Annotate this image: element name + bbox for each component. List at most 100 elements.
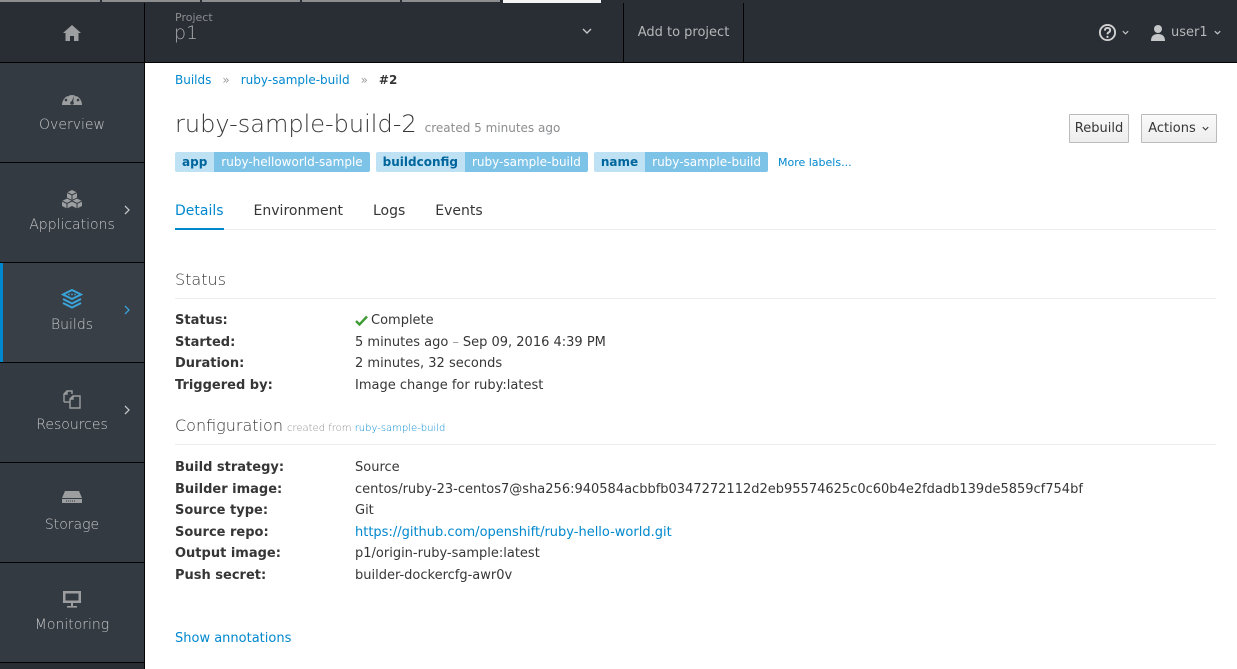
sidebar-item-applications[interactable]: Applications — [0, 163, 144, 263]
breadcrumb-buildconfig-link[interactable]: ruby-sample-build — [241, 73, 350, 87]
started-absolute: Sep 09, 2016 4:39 PM — [462, 334, 606, 350]
builder-image-row: Builder image: centos/ruby-23-centos7@sh… — [175, 479, 1083, 501]
chevron-down-icon — [1122, 30, 1129, 35]
sidebar-item-label: Applications — [29, 217, 115, 233]
breadcrumb: Builds » ruby-sample-build » #2 — [175, 73, 397, 87]
field-label: Source repo: — [175, 524, 269, 540]
label-value[interactable]: ruby-helloworld-sample — [214, 152, 370, 172]
chevron-right-icon — [124, 205, 130, 215]
field-label: Push secret: — [175, 567, 267, 583]
label-badge[interactable]: app ruby-helloworld-sample — [175, 152, 370, 172]
chevron-right-icon — [124, 305, 130, 315]
rebuild-button[interactable]: Rebuild — [1069, 114, 1129, 143]
source-repo-link[interactable]: https://github.com/openshift/ruby-hello-… — [355, 525, 672, 540]
sidebar-item-label: Overview — [39, 117, 105, 133]
label-key[interactable]: buildconfig — [375, 152, 465, 172]
browser-tab[interactable] — [202, 0, 300, 2]
home-button[interactable] — [0, 3, 145, 62]
status-details: Status: Complete Started: 5 minutes ago … — [175, 310, 606, 396]
build-strategy-value: Source — [355, 460, 400, 476]
page-header: ruby-sample-build-2 created 5 minutes ag… — [175, 110, 560, 138]
sidebar-item-monitoring[interactable]: Monitoring — [0, 563, 144, 663]
user-menu[interactable]: user1 — [1150, 21, 1222, 43]
section-heading: Status — [175, 270, 226, 289]
sidebar-item-overview[interactable]: Overview — [0, 63, 144, 163]
chevron-down-icon — [1214, 30, 1221, 35]
chevron-down-icon — [1202, 126, 1209, 131]
triggered-row: Triggered by: Image change for ruby:late… — [175, 375, 606, 397]
field-label: Triggered by: — [175, 377, 273, 393]
created-from: created from ruby-sample-build — [287, 423, 445, 434]
user-icon — [1151, 24, 1165, 41]
browser-tab[interactable] — [0, 0, 100, 2]
output-image-value: p1/origin-ruby-sample:latest — [355, 546, 540, 562]
page-title: ruby-sample-build-2 — [175, 110, 417, 138]
labels-list: app ruby-helloworld-sample buildconfig r… — [175, 152, 852, 172]
browser-tab[interactable] — [102, 0, 200, 2]
started-row: Started: 5 minutes ago – Sep 09, 2016 4:… — [175, 332, 606, 354]
configuration-section-title: Configuration created from ruby-sample-bu… — [175, 416, 445, 435]
help-menu[interactable] — [1098, 21, 1130, 43]
more-labels-link[interactable]: More labels... — [778, 156, 852, 169]
status-section-title: Status — [175, 270, 226, 289]
status-value: Complete — [355, 313, 434, 328]
tab-environment[interactable]: Environment — [254, 193, 343, 230]
sidebar-item-label: Storage — [44, 517, 100, 533]
field-label: Status: — [175, 313, 228, 329]
sidebar-item-label: Monitoring — [34, 617, 110, 633]
label-badge[interactable]: buildconfig ruby-sample-build — [375, 152, 588, 172]
tab-bar: Details Environment Logs Events — [175, 193, 1216, 230]
source-type-value: Git — [355, 503, 374, 519]
label-value[interactable]: ruby-sample-build — [645, 152, 768, 172]
sidebar-item-storage[interactable]: Storage — [0, 463, 144, 563]
username: user1 — [1171, 24, 1208, 40]
triggered-value: Image change for ruby:latest — [355, 377, 544, 393]
storage-icon — [62, 491, 82, 503]
label-key[interactable]: name — [593, 152, 646, 172]
started-value: 5 minutes ago – Sep 09, 2016 4:39 PM — [355, 335, 606, 350]
dashboard-icon — [62, 91, 82, 105]
show-annotations-link[interactable]: Show annotations — [175, 631, 291, 646]
tab-details[interactable]: Details — [175, 193, 224, 230]
page-subtitle: created 5 minutes ago — [424, 121, 561, 135]
browser-tab[interactable] — [302, 0, 400, 2]
buildconfig-link[interactable]: ruby-sample-build — [355, 423, 446, 434]
main-content: Builds » ruby-sample-build » #2 ruby-sam… — [146, 64, 1237, 669]
cubes-icon — [61, 190, 83, 209]
label-badge[interactable]: name ruby-sample-build — [593, 152, 768, 172]
actions-dropdown-button[interactable]: Actions — [1141, 114, 1217, 143]
files-icon — [63, 390, 81, 409]
section-heading: Configuration — [175, 416, 283, 435]
breadcrumb-builds-link[interactable]: Builds — [175, 73, 211, 87]
builds-icon — [61, 289, 83, 309]
top-navbar: Project p1 Add to project user1 — [0, 3, 1237, 63]
tab-logs[interactable]: Logs — [373, 193, 405, 230]
configuration-details: Build strategy: Source Builder image: ce… — [175, 457, 1083, 586]
check-icon — [355, 315, 368, 327]
duration-value: 2 minutes, 32 seconds — [355, 356, 503, 372]
field-label: Started: — [175, 334, 236, 350]
source-repo-value: https://github.com/openshift/ruby-hello-… — [355, 525, 672, 540]
label-key[interactable]: app — [175, 152, 215, 172]
field-label: Output image: — [175, 546, 281, 562]
divider — [175, 444, 1216, 445]
label-value[interactable]: ruby-sample-build — [465, 152, 588, 172]
monitor-icon — [63, 591, 81, 608]
build-strategy-row: Build strategy: Source — [175, 457, 1083, 479]
breadcrumb-separator-icon: » — [222, 73, 230, 87]
builder-image-value: centos/ruby-23-centos7@sha256:940584acbb… — [355, 481, 1083, 497]
sidebar-item-resources[interactable]: Resources — [0, 363, 144, 463]
sidebar-item-label: Resources — [36, 417, 108, 433]
sidebar-item-builds[interactable]: Builds — [0, 263, 144, 363]
field-label: Build strategy: — [175, 460, 285, 476]
tab-events[interactable]: Events — [435, 193, 482, 230]
breadcrumb-current: #2 — [378, 73, 398, 87]
source-type-row: Source type: Git — [175, 500, 1083, 522]
created-from-text: created from — [286, 423, 352, 434]
project-selector[interactable]: Project p1 — [145, 3, 624, 62]
sidebar-item-label: Builds — [51, 317, 93, 333]
push-secret-value: builder-dockercfg-awr0v — [355, 567, 513, 583]
field-label: Duration: — [175, 356, 245, 372]
browser-tab[interactable] — [402, 0, 500, 2]
add-to-project-button[interactable]: Add to project — [624, 3, 744, 62]
